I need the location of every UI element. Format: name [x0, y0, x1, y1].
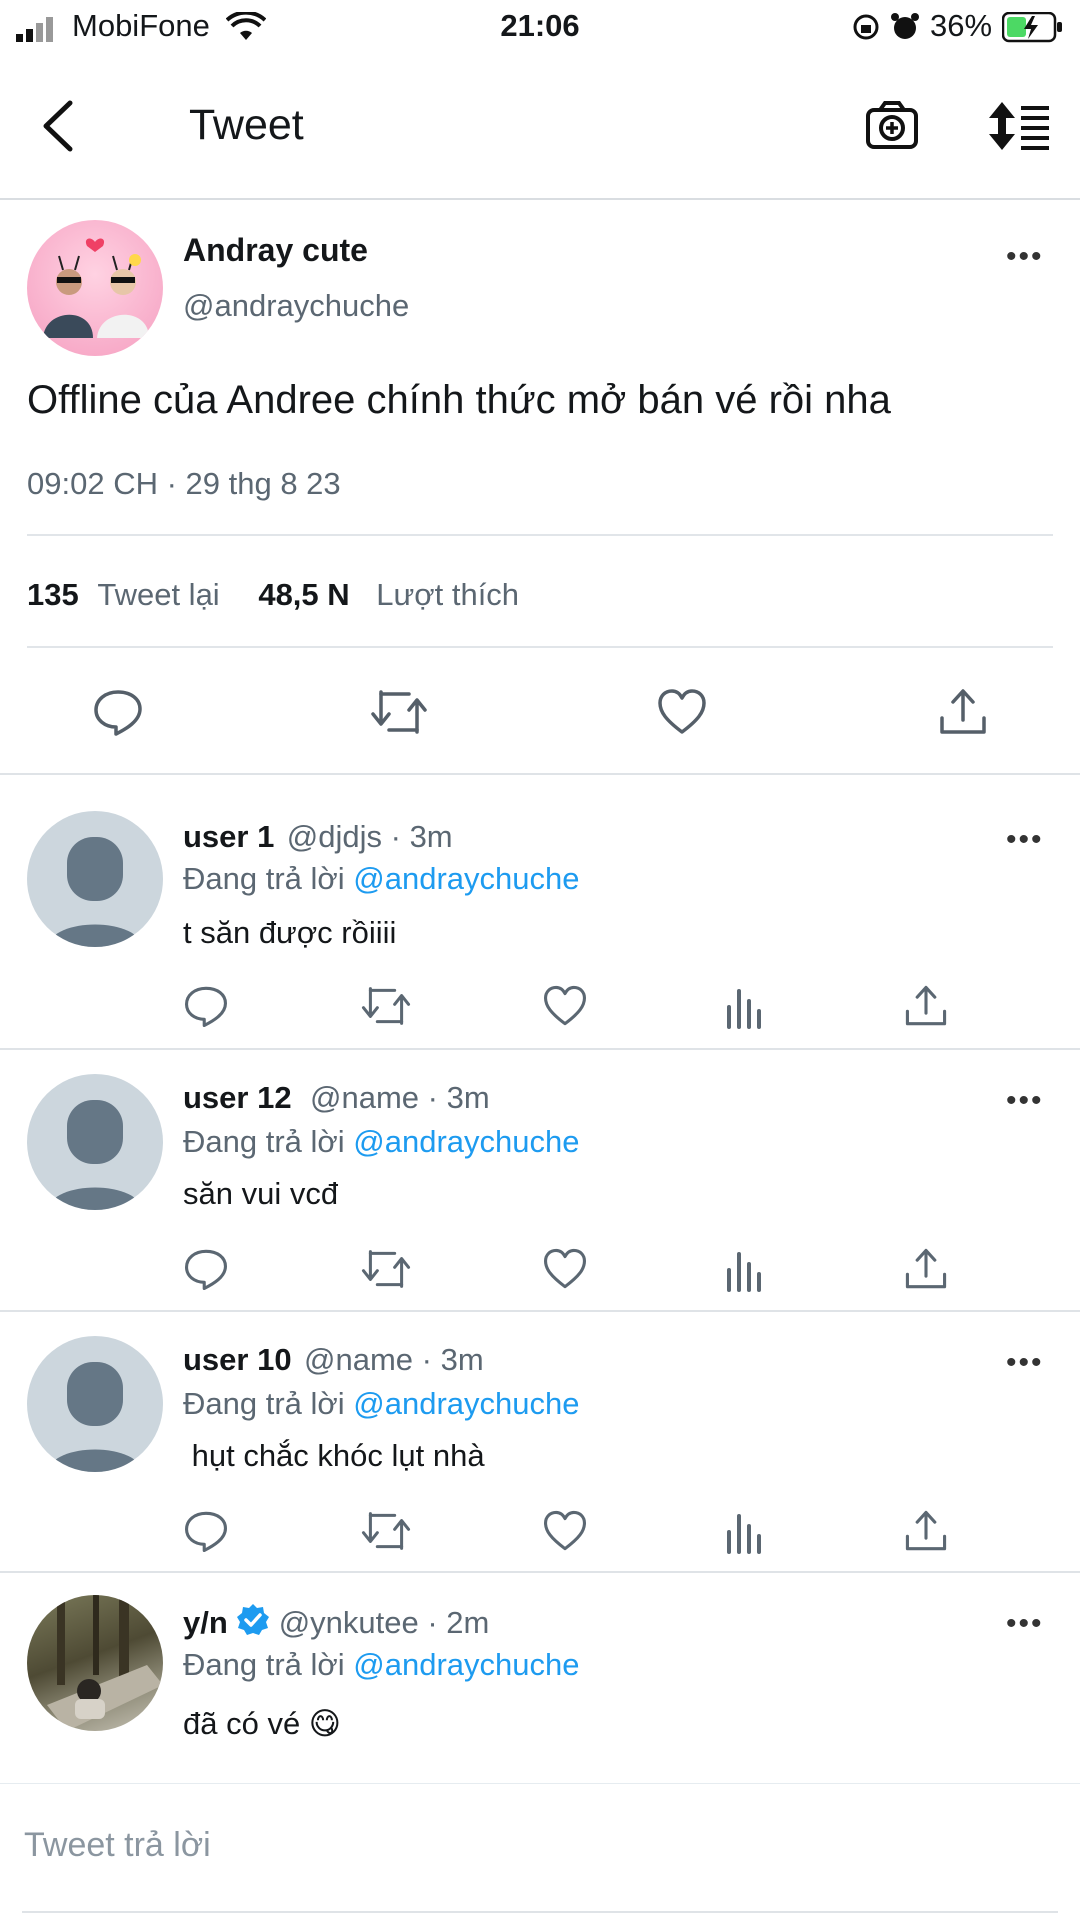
replying-label: Đang trả lời	[183, 861, 345, 896]
user-photo-avatar[interactable]	[27, 1595, 163, 1731]
retweet-icon[interactable]	[360, 983, 412, 1029]
reply-meta: @djdjs · 3m	[286, 819, 453, 854]
reply-meta: @name · 3m	[310, 1080, 490, 1115]
replying-to: Đang trả lời @andraychuche	[183, 1124, 579, 1160]
share-icon[interactable]	[903, 1246, 949, 1292]
like-icon[interactable]	[542, 1508, 588, 1554]
like-icon[interactable]	[656, 686, 708, 738]
verified-badge-icon	[236, 1603, 270, 1642]
analytics-icon[interactable]	[723, 1508, 769, 1554]
retweet-icon[interactable]	[369, 686, 429, 738]
reply-meta: @ynkutee · 2m	[278, 1605, 490, 1640]
reply-author-name[interactable]: user 12	[183, 1080, 292, 1115]
default-avatar[interactable]	[27, 1074, 163, 1210]
reply-text: t săn được rồiiii	[183, 915, 397, 950]
reply-icon[interactable]	[183, 983, 229, 1029]
replying-to: Đang trả lời @andraychuche	[183, 1647, 579, 1683]
default-avatar[interactable]	[27, 811, 163, 947]
more-options-icon[interactable]: •••	[1006, 240, 1044, 274]
like-icon[interactable]	[542, 983, 588, 1029]
reply-tweet[interactable]: user 12 @name · 3m Đang trả lời @andrayc…	[0, 1050, 1080, 1311]
reply-text: săn vui vcđ	[183, 1176, 339, 1211]
replying-to: Đang trả lời @andraychuche	[183, 861, 579, 897]
tweet-text: Offline của Andree chính thức mở bán vé …	[27, 378, 891, 422]
divider	[27, 646, 1053, 648]
reply-header: user 1 @djdjs · 3m	[183, 819, 453, 855]
reply-tweet[interactable]: user 1 @djdjs · 3m Đang trả lời @andrayc…	[0, 775, 1080, 1048]
retweet-count: 135	[27, 577, 79, 612]
reply-icon[interactable]	[92, 686, 144, 738]
tweet-timestamp: 09:02 CH · 29 thg 8 23	[27, 466, 341, 501]
replying-to: Đang trả lời @andraychuche	[183, 1386, 579, 1422]
reply-author-name[interactable]: y/n	[183, 1605, 228, 1640]
reply-header: y/n @ynkutee · 2m	[183, 1603, 489, 1642]
more-options-icon[interactable]: •••	[1006, 1084, 1044, 1118]
retweet-icon[interactable]	[360, 1508, 412, 1554]
sort-replies-icon[interactable]	[985, 100, 1051, 157]
reply-composer	[0, 1783, 1080, 1921]
reply-tweet[interactable]: y/n @ynkutee · 2m Đang trả lời @andraych…	[0, 1573, 1080, 1783]
replying-to-link[interactable]: @andraychuche	[353, 1124, 579, 1159]
like-icon[interactable]	[542, 1246, 588, 1292]
reply-author-name[interactable]: user 10	[183, 1342, 292, 1377]
retweet-icon[interactable]	[360, 1246, 412, 1292]
replying-to-link[interactable]: @andraychuche	[353, 1647, 579, 1682]
back-icon[interactable]	[40, 100, 76, 157]
like-count: 48,5 N	[258, 577, 350, 612]
reply-input[interactable]	[22, 1814, 1026, 1876]
reply-tweet[interactable]: user 10 @name · 3m Đang trả lời @andrayc…	[0, 1312, 1080, 1573]
more-options-icon[interactable]: •••	[1006, 1607, 1044, 1641]
analytics-icon[interactable]	[723, 1246, 769, 1292]
tweet-stats: 135 Tweet lại 48,5 N Lượt thích	[27, 577, 519, 613]
camera-icon[interactable]	[865, 100, 919, 155]
replying-label: Đang trả lời	[183, 1386, 345, 1421]
author-name[interactable]: Andray cute	[183, 232, 368, 269]
battery-icon	[1001, 11, 1064, 52]
replying-to-link[interactable]: @andraychuche	[353, 1386, 579, 1421]
divider	[27, 534, 1053, 536]
reply-icon[interactable]	[183, 1246, 229, 1292]
reply-text: đã có vé 😋	[183, 1706, 342, 1741]
more-options-icon[interactable]: •••	[1006, 823, 1044, 857]
reply-header: user 12 @name · 3m	[183, 1080, 490, 1116]
replying-label: Đang trả lời	[183, 1647, 345, 1682]
reply-header: user 10 @name · 3m	[183, 1342, 484, 1378]
battery-percent: 36%	[930, 8, 993, 43]
replying-label: Đang trả lời	[183, 1124, 345, 1159]
retweet-label[interactable]: Tweet lại	[97, 577, 219, 612]
nav-bar: Tweet	[0, 56, 1080, 200]
analytics-icon[interactable]	[723, 983, 769, 1029]
like-label[interactable]: Lượt thích	[376, 577, 519, 612]
reply-icon[interactable]	[183, 1508, 229, 1554]
replying-to-link[interactable]: @andraychuche	[353, 861, 579, 896]
share-icon[interactable]	[937, 686, 989, 738]
page-title: Tweet	[189, 101, 304, 149]
divider	[22, 1911, 1058, 1913]
reply-meta: @name · 3m	[304, 1342, 484, 1377]
share-icon[interactable]	[903, 1508, 949, 1554]
alarm-icon	[890, 12, 920, 50]
rotation-lock-icon	[852, 13, 880, 49]
reply-text: hụt chắc khóc lụt nhà	[183, 1438, 485, 1473]
reply-author-name[interactable]: user 1	[183, 819, 274, 854]
share-icon[interactable]	[903, 983, 949, 1029]
status-bar: MobiFone 21:06 36%	[0, 0, 1080, 56]
author-avatar[interactable]	[27, 220, 163, 356]
default-avatar[interactable]	[27, 1336, 163, 1472]
author-handle[interactable]: @andraychuche	[183, 288, 409, 324]
more-options-icon[interactable]: •••	[1006, 1346, 1044, 1380]
